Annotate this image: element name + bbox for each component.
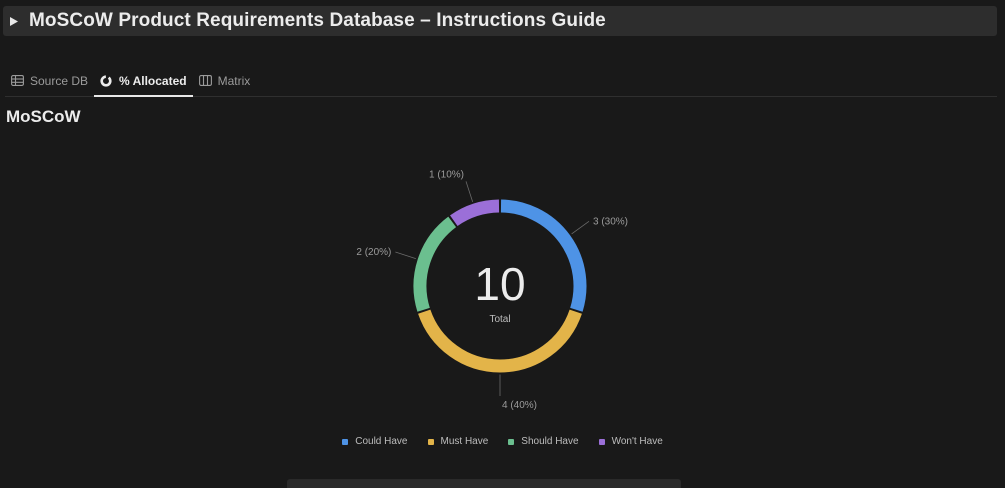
tab-label: Matrix [217, 73, 251, 88]
legend-item[interactable]: Could Have [342, 436, 408, 447]
tab-label: % Allocated [119, 73, 187, 88]
view-title: MoSCoW [6, 107, 81, 126]
chart-legend: Could Have Must Have Should Have Won't Have [0, 436, 1005, 447]
scroll-region[interactable] [287, 479, 681, 488]
slice-leader-line [571, 221, 590, 235]
legend-label: Must Have [440, 436, 489, 447]
donut-slice-should-have[interactable] [413, 216, 457, 312]
table-icon [11, 74, 24, 87]
view-tabs: Source DB % Allocated Matrix [5, 65, 997, 97]
page-title: MoSCoW Product Requirements Database – I… [29, 10, 606, 31]
donut-slice-won-t-have[interactable] [450, 199, 500, 227]
columns-icon [198, 74, 212, 87]
slice-data-label: 4 (40%) [502, 400, 537, 411]
slice-leader-line [465, 181, 474, 202]
legend-label: Won't Have [611, 436, 663, 447]
slice-leader-line [395, 251, 416, 260]
donut-chart-svg: 3 (30%) 4 (40%) 2 (20%) 1 (10%) 10 Total [356, 169, 628, 411]
slice-data-label: 1 (10%) [429, 169, 464, 180]
donut-chart-icon [100, 74, 113, 87]
tab-label: Source DB [30, 73, 89, 88]
page: MoSCoW Product Requirements Database – I… [0, 0, 1005, 488]
tab-source-db[interactable]: Source DB [5, 65, 94, 96]
legend-label: Could Have [355, 436, 408, 447]
legend-label: Should Have [521, 436, 579, 447]
tab-allocated[interactable]: % Allocated [94, 65, 193, 97]
toggle-arrow-icon[interactable] [9, 16, 19, 26]
legend-item[interactable]: Must Have [427, 436, 489, 447]
legend-swatch [342, 438, 349, 445]
donut-chart: 3 (30%) 4 (40%) 2 (20%) 1 (10%) 10 Total [0, 140, 1005, 440]
toggle-heading[interactable]: MoSCoW Product Requirements Database – I… [3, 6, 997, 36]
tab-matrix[interactable]: Matrix [193, 65, 257, 96]
slice-data-label: 2 (20%) [356, 247, 391, 258]
legend-swatch [427, 438, 434, 445]
legend-item[interactable]: Won't Have [598, 436, 663, 447]
center-total-label: Total [489, 314, 510, 325]
legend-swatch [598, 438, 605, 445]
legend-item[interactable]: Should Have [508, 436, 579, 447]
center-total-value: 10 [474, 258, 525, 310]
legend-swatch [508, 438, 515, 445]
slice-data-label: 3 (30%) [593, 216, 628, 227]
